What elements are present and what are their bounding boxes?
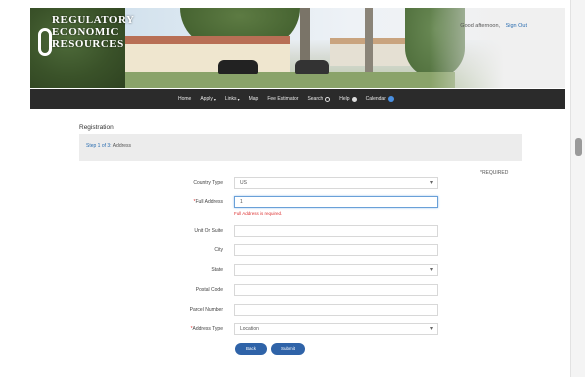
nav-label: Fee Estimator	[267, 96, 299, 102]
logo-line-2: ECONOMIC	[52, 26, 119, 38]
nav-label: Links	[224, 96, 237, 102]
nav-label: Help	[339, 96, 350, 102]
city-label: City	[214, 247, 223, 253]
search-icon	[325, 96, 331, 102]
banner-lawn	[125, 72, 455, 88]
nav-help[interactable]: Help	[339, 96, 357, 102]
page: REGULATORY ECONOMIC RESOURCES Good after…	[0, 0, 570, 377]
page-scrollbar[interactable]	[570, 0, 585, 377]
logo-line-1: REGULATORY	[52, 14, 135, 26]
calendar-icon	[387, 96, 394, 102]
full-address-input[interactable]: 1	[234, 196, 438, 208]
parcel-number-label: Parcel Number	[189, 307, 223, 313]
page-title: Registration	[79, 124, 114, 131]
row-parcel-number: Parcel Number	[0, 304, 570, 317]
address-type-label-text: Address Type	[192, 326, 223, 332]
breadcrumb: Step 1 of 3: Address	[79, 134, 522, 161]
parcel-number-input[interactable]	[234, 304, 438, 316]
row-country-type: Country Type US	[0, 177, 570, 190]
nav-fee-estimator[interactable]: Fee Estimator	[267, 96, 298, 102]
nav-label: Home	[178, 96, 192, 102]
header-banner: REGULATORY ECONOMIC RESOURCES Good after…	[30, 8, 565, 88]
site-logo[interactable]: REGULATORY ECONOMIC RESOURCES	[36, 14, 135, 56]
scrollbar-thumb[interactable]	[575, 138, 582, 156]
banner-car-2	[295, 60, 329, 74]
country-type-select[interactable]: US	[234, 177, 438, 189]
nav-label: Apply	[200, 96, 213, 102]
state-select[interactable]	[234, 264, 438, 276]
breadcrumb-step[interactable]: Step 1 of 3:	[86, 143, 112, 149]
address-type-select[interactable]: Location	[234, 323, 438, 335]
full-address-label-text: Full Address	[195, 199, 223, 205]
unit-or-suite-label: Unit Or Suite	[194, 228, 223, 234]
postal-code-input[interactable]	[234, 284, 438, 296]
nav-links[interactable]: Links ▾	[225, 96, 240, 102]
row-city: City	[0, 244, 570, 257]
back-button[interactable]: Back	[235, 343, 267, 355]
help-icon	[351, 96, 357, 102]
full-address-label: *Full Address	[193, 199, 223, 205]
postal-code-label: Postal Code	[195, 287, 223, 293]
breadcrumb-current: Address	[112, 143, 132, 149]
main-nav: Home Apply ▾ Links ▾ Map Fee Estimator S…	[30, 89, 565, 109]
logo-line-3: RESOURCES	[52, 38, 124, 50]
state-label: State	[211, 267, 223, 273]
nav-label: Map	[248, 96, 259, 102]
banner-house	[125, 36, 290, 72]
required-note: *REQUIRED	[480, 170, 509, 176]
row-state: State	[0, 264, 570, 277]
user-greeting: Good afternoon, Sign Out	[460, 23, 527, 29]
sign-out-link[interactable]: Sign Out	[506, 23, 527, 29]
row-address-type: *Address Type Location	[0, 323, 570, 336]
row-unit-or-suite: Unit Or Suite	[0, 225, 570, 238]
logo-mark-icon	[38, 28, 52, 56]
city-input[interactable]	[234, 244, 438, 256]
address-type-label: *Address Type	[190, 326, 223, 332]
full-address-error: Full Address is required.	[234, 211, 283, 216]
chevron-down-icon: ▾	[237, 96, 240, 102]
nav-home[interactable]: Home	[178, 96, 191, 102]
chevron-down-icon: ▾	[213, 96, 216, 102]
row-postal-code: Postal Code	[0, 284, 570, 297]
banner-fade	[430, 8, 565, 88]
breadcrumb-text: Step 1 of 3: Address	[86, 143, 131, 149]
banner-car	[218, 60, 258, 74]
greeting-text: Good afternoon,	[460, 23, 501, 29]
nav-map[interactable]: Map	[249, 96, 259, 102]
submit-button[interactable]: Submit	[271, 343, 305, 355]
nav-items: Home Apply ▾ Links ▾ Map Fee Estimator S…	[178, 89, 403, 109]
nav-search[interactable]: Search	[307, 96, 331, 102]
unit-or-suite-input[interactable]	[234, 225, 438, 237]
nav-label: Search	[307, 96, 324, 102]
country-type-label: Country Type	[193, 180, 223, 186]
nav-label: Calendar	[365, 96, 386, 102]
nav-apply[interactable]: Apply ▾	[200, 96, 216, 102]
nav-calendar[interactable]: Calendar	[366, 96, 394, 102]
row-full-address: *Full Address 1	[0, 196, 570, 209]
